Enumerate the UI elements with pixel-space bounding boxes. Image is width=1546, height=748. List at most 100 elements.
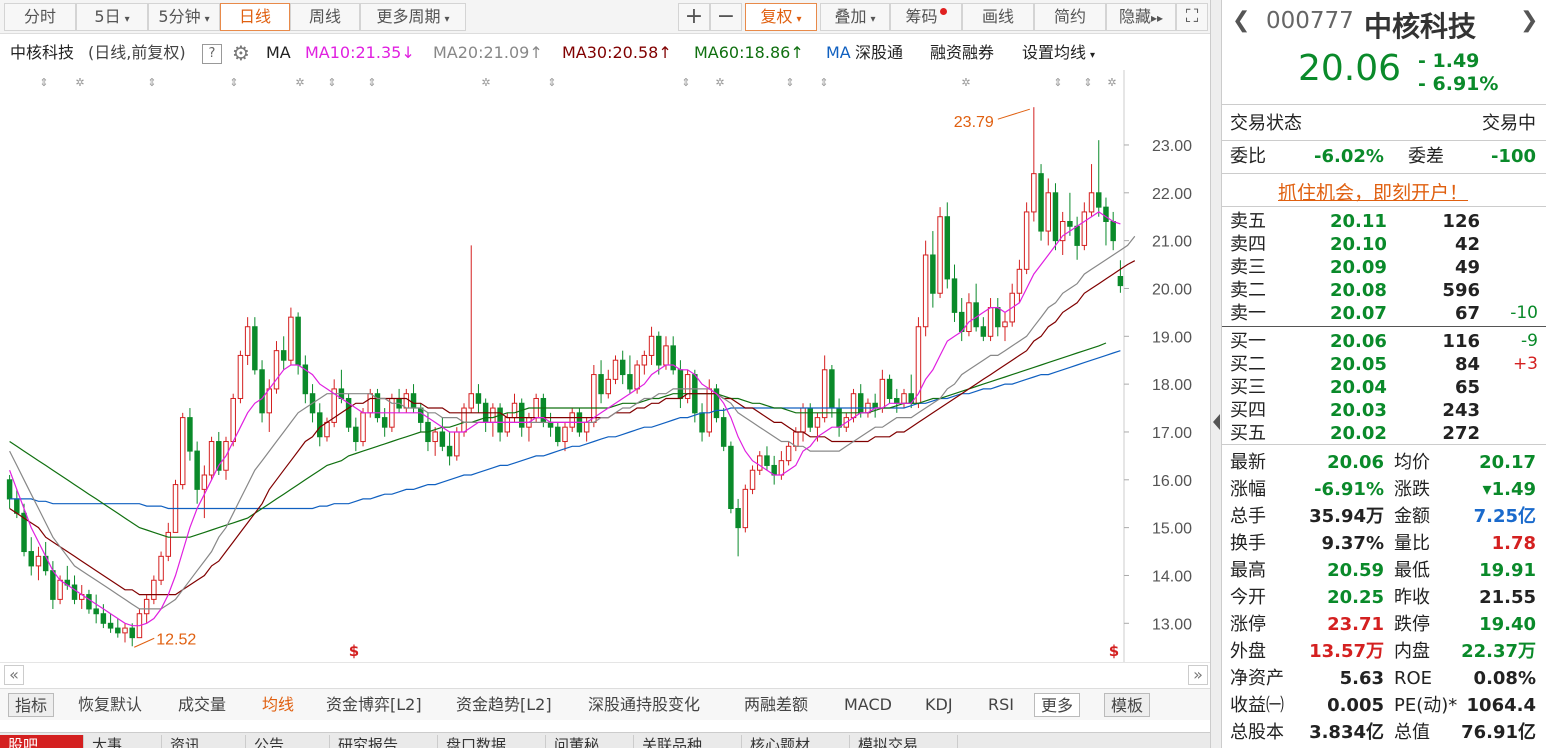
candle-body [987, 307, 994, 337]
fund-trend-link[interactable]: 资金趋势[L2] [456, 693, 552, 717]
candle-body [288, 316, 294, 361]
sell-level-row[interactable]: 卖四 20.10 42 [1222, 233, 1546, 256]
candle-body [115, 627, 121, 634]
rsi-link[interactable]: RSI [988, 693, 1014, 717]
help-icon[interactable]: ? [202, 44, 222, 64]
level-change: -9 [1521, 331, 1538, 351]
tab-research[interactable]: 研究报告 [330, 735, 438, 748]
template-button[interactable]: 模板 [1104, 693, 1151, 717]
zoom-in-button[interactable]: + [678, 3, 710, 31]
fund-game-link[interactable]: 资金博弈[L2] [326, 693, 422, 717]
candle-body [720, 417, 727, 447]
candle-body [706, 388, 712, 433]
buy-level-row[interactable]: 买五 20.02 272 [1222, 422, 1546, 445]
ma-link[interactable]: 均线 [262, 693, 294, 717]
level-price: 20.04 [1330, 377, 1387, 398]
buy-level-row[interactable]: 买四 20.03 243 [1222, 399, 1546, 422]
sell-level-row[interactable]: 卖一 20.07 67 -10 [1222, 302, 1546, 325]
candle-body [627, 374, 633, 390]
gear-icon[interactable]: ⚙ [232, 36, 250, 70]
candle-body [1096, 192, 1102, 208]
open-account-link[interactable]: 抓住机会，即刻开户！ [1278, 178, 1468, 205]
back-arrow-icon[interactable]: ❮ [1232, 8, 1250, 33]
stat-label: 内盘 [1394, 641, 1430, 662]
tab-5min[interactable]: 5分钟 ▾ [148, 3, 220, 31]
candle-body [569, 412, 575, 428]
tab-5min-label: 5分钟 [158, 7, 201, 26]
candle-body [728, 445, 734, 510]
tab-news[interactable]: 资讯 [162, 735, 246, 748]
stats-row: 净资产 5.63 ROE 0.08% [1222, 667, 1546, 690]
tab-related[interactable]: 关联品种 [634, 735, 742, 748]
margin-diff-link[interactable]: 两融差额 [744, 693, 808, 717]
scroll-left-button[interactable]: « [4, 665, 24, 685]
candle-body [475, 393, 482, 404]
candle-body [353, 426, 359, 443]
sell-level-row[interactable]: 卖五 20.11 126 [1222, 210, 1546, 233]
event-marker-icon: ✲ [75, 76, 84, 89]
tab-market-data[interactable]: 盘口数据 [438, 735, 546, 748]
candle-body [511, 402, 518, 419]
level-volume: 116 [1442, 331, 1480, 352]
weibi-row: 委比 -6.02% 委差 -100 [1222, 145, 1546, 168]
forward-arrow-icon[interactable]: ❯ [1520, 8, 1538, 33]
buy-level-row[interactable]: 买三 20.04 65 [1222, 376, 1546, 399]
tab-more-periods[interactable]: 更多周期 ▾ [360, 3, 466, 31]
candle-body [100, 613, 107, 624]
indicator-tab[interactable]: 指标 [8, 693, 55, 717]
restore-default-link[interactable]: 恢复默认 [78, 693, 142, 717]
margin-link[interactable]: 融资融券 [930, 36, 994, 70]
tab-fenshi[interactable]: 分时 [4, 3, 76, 31]
candle-body [641, 354, 648, 366]
tab-ask-secretary[interactable]: 问董秘 [546, 735, 634, 748]
kline-chart-area[interactable]: 23.00 22.00 21.00 20.00 19.00 18.00 17.00 16.00… [0, 70, 1210, 662]
panel-collapse-handle[interactable] [1210, 0, 1222, 748]
candle-body [937, 216, 943, 294]
chips-label: 筹码 [905, 7, 938, 26]
draw-line-button[interactable]: 画线 [962, 3, 1034, 31]
fuquan-dropdown[interactable]: 复权 ▾ [745, 3, 817, 31]
buy-level-row[interactable]: 买一 20.06 116 -9 [1222, 330, 1546, 353]
simple-mode-button[interactable]: 简约 [1034, 3, 1106, 31]
candle-body [778, 460, 785, 476]
zoom-out-button[interactable]: − [710, 3, 742, 31]
overlay-dropdown[interactable]: 叠加 ▾ [820, 3, 890, 31]
chevron-down-icon: ▾ [204, 14, 210, 25]
candle-body [6, 479, 13, 500]
kdj-link[interactable]: KDJ [925, 693, 953, 717]
tab-core-themes[interactable]: 核心题材 [742, 735, 850, 748]
tab-announcements[interactable]: 公告 [246, 735, 330, 748]
sell-level-row[interactable]: 卖二 20.08 596 [1222, 279, 1546, 302]
tab-weekly[interactable]: 周线 [290, 3, 360, 31]
scroll-right-button[interactable]: » [1188, 665, 1208, 685]
hide-button[interactable]: 隐藏▸▸ [1106, 3, 1176, 31]
candle-body [699, 412, 705, 433]
macd-link[interactable]: MACD [844, 693, 892, 717]
level-price: 20.08 [1330, 280, 1387, 301]
level-label: 买一 [1230, 331, 1266, 352]
tab-events[interactable]: 大事 [84, 735, 162, 748]
volume-link[interactable]: 成交量 [178, 693, 226, 717]
stat-label: 最高 [1230, 560, 1266, 581]
more-indicators-button[interactable]: 更多 [1034, 693, 1081, 717]
set-ma-dropdown[interactable]: 设置均线 ▾ [1022, 36, 1095, 73]
ma20-value: MA20:21.09↑ [433, 36, 543, 70]
tab-daily[interactable]: 日线 [220, 3, 290, 31]
buy-level-row[interactable]: 买二 20.05 84 +3 [1222, 353, 1546, 376]
candle-body [1023, 211, 1030, 270]
stat-value: 1064.4 [1466, 695, 1536, 716]
sgt-link[interactable]: 深股通 [855, 36, 903, 70]
current-price: 20.06 [1298, 48, 1402, 89]
sell-level-row[interactable]: 卖三 20.09 49 [1222, 256, 1546, 279]
tab-5day[interactable]: 5日 ▾ [76, 3, 148, 31]
candle-body [591, 374, 597, 423]
chips-button[interactable]: 筹码 [890, 3, 962, 31]
candle-body [634, 364, 640, 390]
chevron-down-icon: ▾ [124, 14, 130, 25]
candle-body [410, 393, 417, 409]
sgt-holding-link[interactable]: 深股通持股变化 [588, 693, 700, 717]
fullscreen-icon[interactable]: ⛶ [1176, 3, 1208, 31]
tab-sim-trade[interactable]: 模拟交易 [850, 735, 958, 748]
kline-chart[interactable]: 23.00 22.00 21.00 20.00 19.00 18.00 17.00 16.00… [0, 70, 1210, 662]
tab-guba[interactable]: 股吧 [0, 735, 84, 748]
